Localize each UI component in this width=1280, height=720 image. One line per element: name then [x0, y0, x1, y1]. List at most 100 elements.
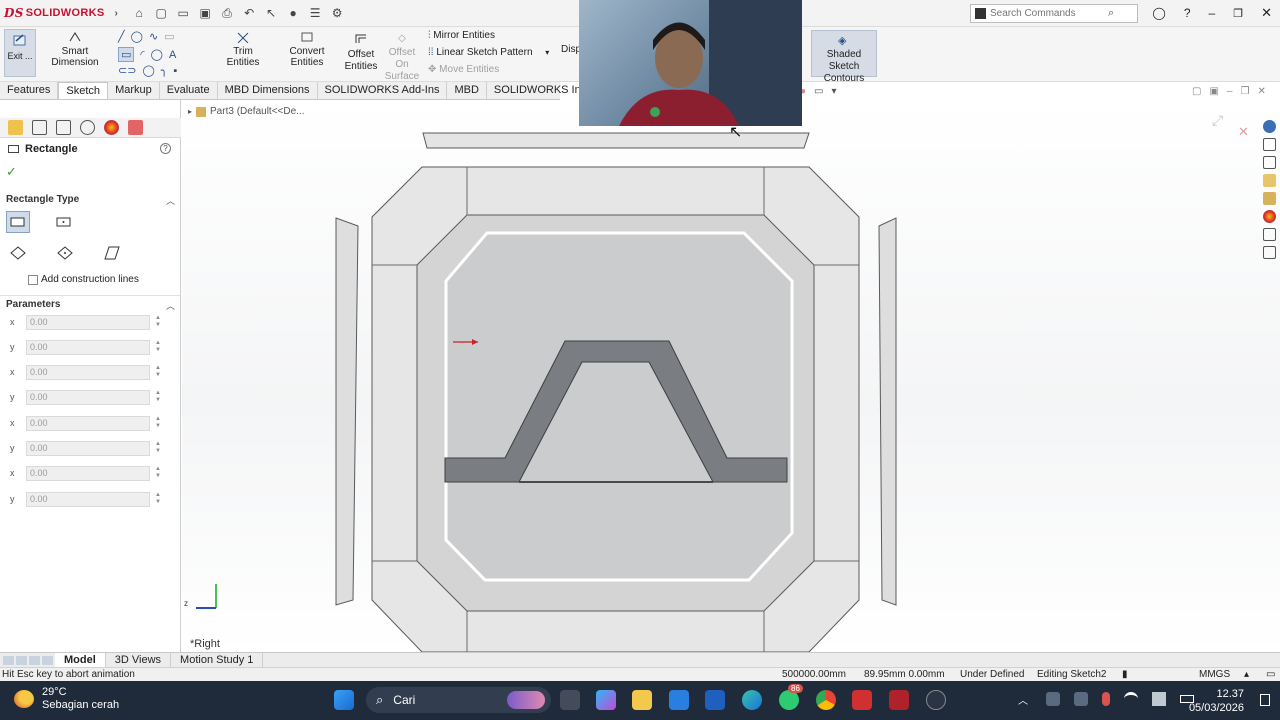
tab-navigation-arrows[interactable]: [3, 655, 55, 665]
3point-corner-rectangle-option[interactable]: [6, 242, 30, 264]
minimize-button[interactable]: –: [1209, 6, 1216, 20]
search-commands-box[interactable]: ⌕: [970, 4, 1138, 23]
minimize-doc-icon[interactable]: –: [1227, 86, 1233, 97]
solidworks-logo[interactable]: DS SOLIDWORKS ›: [4, 6, 118, 20]
polygon-icon[interactable]: ◯: [151, 48, 163, 61]
wps-office-icon[interactable]: [852, 690, 872, 710]
spin-arrows-icon[interactable]: ▲ ▼: [155, 390, 161, 404]
construction-icon[interactable]: ▭: [164, 30, 174, 43]
tab-features[interactable]: Features: [0, 82, 59, 99]
param-input[interactable]: [26, 415, 150, 431]
tab-mbd-dimensions[interactable]: MBD Dimensions: [218, 82, 318, 99]
store-icon[interactable]: [669, 690, 689, 710]
text-icon[interactable]: A: [169, 49, 176, 61]
slot-icon[interactable]: ⊂⊃: [118, 64, 136, 77]
add-construction-lines-checkbox[interactable]: [28, 274, 38, 285]
feature-tree-icon[interactable]: [8, 120, 23, 135]
3point-center-rectangle-option[interactable]: [53, 242, 77, 264]
wifi-icon[interactable]: [1124, 692, 1138, 706]
collapse-chevron-icon[interactable]: ︿: [166, 194, 175, 207]
unit-system-selector[interactable]: MMGS: [1199, 669, 1230, 680]
open-folder-icon[interactable]: ▭: [176, 6, 190, 20]
tab-sketch[interactable]: Sketch: [58, 82, 109, 99]
search-commands-input[interactable]: [990, 8, 1108, 19]
spin-arrows-icon[interactable]: ▲ ▼: [155, 365, 161, 379]
tab-mbd[interactable]: MBD: [447, 82, 487, 99]
select-arrow-icon[interactable]: ↖: [264, 6, 278, 20]
chrome-icon[interactable]: [816, 690, 836, 710]
appearances-icon[interactable]: [1262, 210, 1276, 223]
dimxpert-icon[interactable]: [80, 120, 95, 135]
spline-icon[interactable]: ∿: [149, 30, 158, 43]
notifications-icon[interactable]: [1260, 694, 1270, 706]
rebuild-icon[interactable]: ●: [286, 6, 300, 20]
cam-manager-icon[interactable]: [128, 120, 143, 135]
offset-on-surface-button[interactable]: ◇ Offset On Surface: [381, 33, 423, 83]
param-input[interactable]: [26, 465, 150, 481]
restore-doc-icon[interactable]: ❐: [1240, 86, 1249, 97]
taskbar-clock[interactable]: 12.37 05/03/2026: [1189, 687, 1244, 715]
center-rectangle-option[interactable]: [52, 211, 76, 233]
param-input[interactable]: [26, 440, 150, 456]
add-construction-lines-row[interactable]: Add construction lines: [28, 274, 139, 285]
chevron-up-icon[interactable]: ︿: [1018, 692, 1032, 707]
trim-entities-button[interactable]: Trim Entities: [216, 31, 270, 68]
line-icon[interactable]: ╱: [118, 30, 125, 43]
file-explorer-icon[interactable]: [1262, 174, 1276, 187]
help-question-icon[interactable]: ?: [160, 143, 171, 154]
spin-arrows-icon[interactable]: ▲ ▼: [155, 466, 161, 480]
ok-check-icon[interactable]: ✓: [6, 164, 17, 180]
smart-dimension-button[interactable]: Smart Dimension: [38, 31, 112, 68]
copilot-icon[interactable]: [596, 690, 616, 710]
offset-entities-button[interactable]: Offset Entities: [342, 33, 380, 73]
taskbar-search-box[interactable]: ⌕ Cari: [366, 687, 551, 713]
tab-evaluate[interactable]: Evaluate: [160, 82, 218, 99]
file-explorer-icon[interactable]: [632, 690, 652, 710]
outlook-icon[interactable]: [705, 690, 725, 710]
close-doc-icon[interactable]: ✕: [1257, 86, 1265, 97]
spin-arrows-icon[interactable]: ▲ ▼: [155, 340, 161, 354]
spin-arrows-icon[interactable]: ▲ ▼: [155, 315, 161, 329]
chevron-down-icon[interactable]: ▾: [832, 86, 837, 97]
user-account-icon[interactable]: ◯: [1152, 6, 1165, 20]
exit-sketch-button[interactable]: Exit ...: [4, 29, 36, 77]
configuration-manager-icon[interactable]: [56, 120, 71, 135]
save-icon[interactable]: ▣: [198, 6, 212, 20]
onedrive-icon[interactable]: [1046, 692, 1060, 706]
confirmation-corner-close-icon[interactable]: ✕: [1238, 124, 1249, 140]
shaded-sketch-contours-button[interactable]: ◈ Shaded Sketch Contours: [811, 30, 877, 84]
split-icon[interactable]: ▣: [1209, 86, 1218, 97]
help-icon[interactable]: ?: [1184, 6, 1191, 20]
search-icon[interactable]: ⌕: [1108, 7, 1114, 20]
param-input[interactable]: [26, 364, 150, 380]
options-gear-icon[interactable]: ⚙: [330, 6, 344, 20]
ellipse-icon[interactable]: ◯: [142, 64, 154, 77]
model-view[interactable]: z: [182, 100, 1280, 652]
corner-rectangle-option[interactable]: [6, 211, 30, 233]
param-input[interactable]: [26, 389, 150, 405]
view-palette-icon[interactable]: [1262, 192, 1276, 205]
fillet-icon[interactable]: ╮: [161, 64, 168, 77]
property-manager-icon[interactable]: [32, 120, 47, 135]
convert-entities-button[interactable]: Convert Entities: [272, 31, 342, 68]
obs-icon[interactable]: [926, 690, 946, 710]
circle-icon[interactable]: ◯: [131, 30, 143, 43]
rebuild-status-icon[interactable]: ▮: [1122, 669, 1128, 680]
confirmation-corner-sketch-icon[interactable]: ⤢: [1212, 112, 1223, 129]
chevron-down-icon[interactable]: ▾: [545, 48, 549, 57]
param-input[interactable]: [26, 491, 150, 507]
mirror-entities-button[interactable]: ⫶ Mirror Entities: [428, 30, 495, 41]
arc-icon[interactable]: ◜: [140, 48, 144, 61]
spin-arrows-icon[interactable]: ▲ ▼: [155, 416, 161, 430]
solidworks-resources-icon[interactable]: [1262, 120, 1276, 133]
microphone-icon[interactable]: [1102, 692, 1110, 706]
home-icon[interactable]: [1262, 138, 1276, 151]
task-view-icon[interactable]: [560, 690, 580, 710]
tab-motion-study[interactable]: Motion Study 1: [171, 653, 264, 667]
parallelogram-option[interactable]: [100, 242, 124, 264]
tile-icon[interactable]: ▢: [1192, 86, 1201, 97]
display-manager-icon[interactable]: [104, 120, 119, 135]
print-icon[interactable]: ⎙: [220, 6, 234, 20]
solidworks-taskbar-icon[interactable]: [889, 690, 909, 710]
param-input[interactable]: [26, 339, 150, 355]
